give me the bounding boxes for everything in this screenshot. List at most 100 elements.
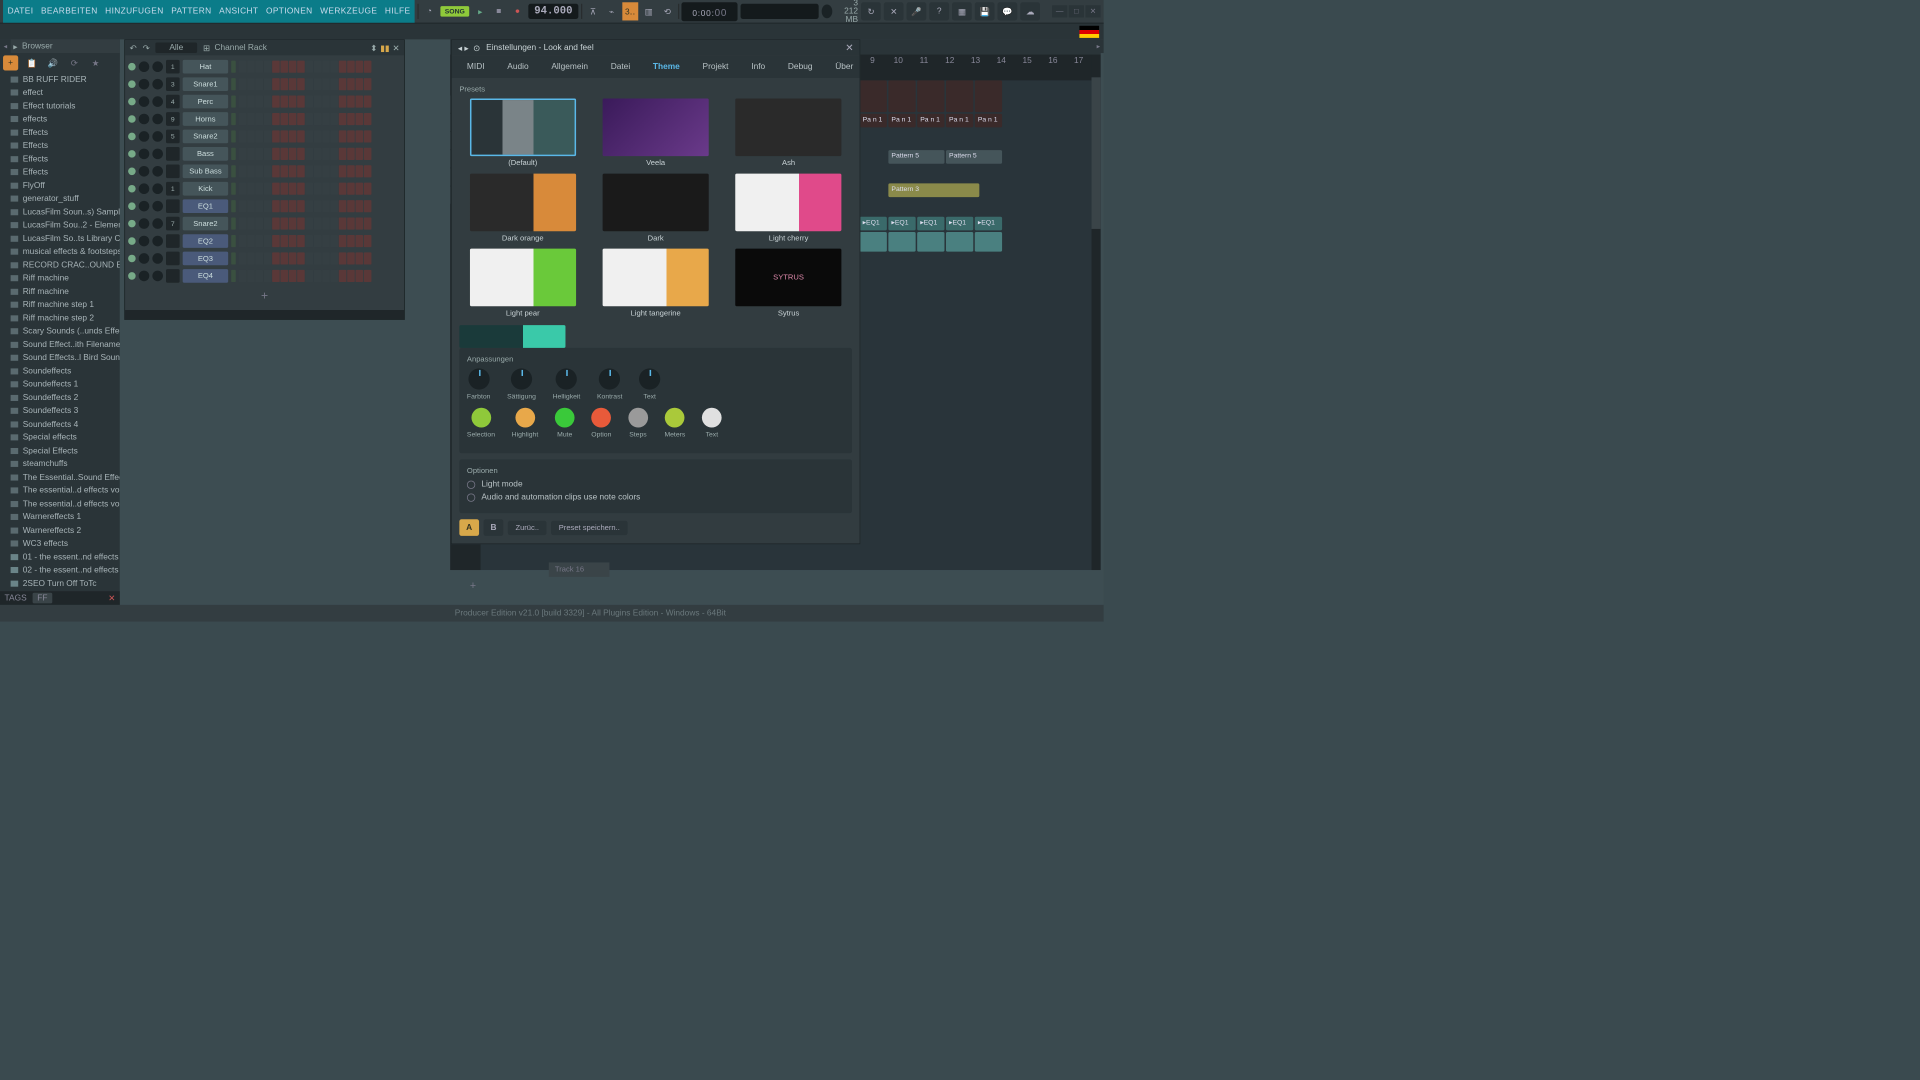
step-cell[interactable] bbox=[364, 252, 372, 264]
step-cell[interactable] bbox=[314, 200, 322, 212]
step-cell[interactable] bbox=[255, 200, 263, 212]
channel-select[interactable] bbox=[231, 61, 236, 73]
menu-optionen[interactable]: OPTIONEN bbox=[266, 7, 313, 16]
step-cell[interactable] bbox=[247, 200, 255, 212]
right-toggle[interactable]: ▸ bbox=[1093, 39, 1104, 53]
save-icon[interactable]: 💾 bbox=[975, 2, 995, 20]
rack-close-icon[interactable]: ✕ bbox=[392, 43, 399, 53]
step-cell[interactable] bbox=[364, 78, 372, 90]
audio-clip[interactable] bbox=[860, 80, 887, 112]
step-cell[interactable] bbox=[289, 218, 297, 230]
step-cell[interactable] bbox=[289, 148, 297, 160]
browser-folder[interactable]: Soundeffects 2 bbox=[0, 391, 120, 404]
channel-number[interactable]: 1 bbox=[166, 182, 180, 196]
step-cell[interactable] bbox=[239, 183, 247, 195]
step-cell[interactable] bbox=[305, 61, 313, 73]
step-cell[interactable] bbox=[330, 200, 338, 212]
channel-pan[interactable] bbox=[139, 96, 150, 107]
channel-select[interactable] bbox=[231, 78, 236, 90]
option-row[interactable]: Audio and automation clips use note colo… bbox=[467, 493, 844, 502]
tab-datei[interactable]: Datei bbox=[602, 58, 640, 75]
loop-icon[interactable]: ⟲ bbox=[659, 2, 675, 20]
eq-body-clip[interactable] bbox=[975, 232, 1002, 252]
preset-dark[interactable]: Dark bbox=[592, 174, 719, 243]
step-cell[interactable] bbox=[314, 130, 322, 142]
step-cell[interactable] bbox=[297, 270, 305, 282]
step-cell[interactable] bbox=[255, 235, 263, 247]
step-cell[interactable] bbox=[356, 165, 364, 177]
song-mode-button[interactable]: SONG bbox=[440, 6, 469, 17]
step-cell[interactable] bbox=[297, 113, 305, 125]
step-cell[interactable] bbox=[356, 61, 364, 73]
step-cell[interactable] bbox=[239, 96, 247, 108]
step-cell[interactable] bbox=[297, 78, 305, 90]
tab-debug[interactable]: Debug bbox=[779, 58, 822, 75]
channel-number[interactable]: 1 bbox=[166, 60, 180, 74]
eq-clip[interactable]: ▸EQ1 bbox=[888, 217, 915, 231]
tags-close-icon[interactable]: ✕ bbox=[108, 593, 115, 603]
channel-pan[interactable] bbox=[139, 236, 150, 247]
step-cell[interactable] bbox=[339, 252, 347, 264]
knob-kontrast[interactable] bbox=[599, 368, 620, 389]
language-flag[interactable] bbox=[1079, 25, 1099, 37]
browser-file[interactable]: 01 - the essent..nd effects vol.2 bbox=[0, 550, 120, 563]
channel-led[interactable] bbox=[128, 237, 136, 245]
step-cell[interactable] bbox=[239, 61, 247, 73]
step-cell[interactable] bbox=[356, 113, 364, 125]
swatch-steps[interactable] bbox=[628, 408, 648, 428]
refresh-icon[interactable]: ⟳ bbox=[67, 55, 82, 70]
menu-ansicht[interactable]: ANSICHT bbox=[219, 7, 258, 16]
step-cell[interactable] bbox=[280, 235, 288, 247]
step-cell[interactable] bbox=[255, 113, 263, 125]
step-cell[interactable] bbox=[356, 183, 364, 195]
step-cell[interactable] bbox=[272, 183, 280, 195]
channel-led[interactable] bbox=[128, 80, 136, 88]
step-cell[interactable] bbox=[322, 61, 330, 73]
step-cell[interactable] bbox=[272, 235, 280, 247]
step-cell[interactable] bbox=[339, 130, 347, 142]
step-cell[interactable] bbox=[247, 183, 255, 195]
playlist-scrollbar[interactable] bbox=[1092, 55, 1101, 570]
step-cell[interactable] bbox=[247, 78, 255, 90]
pattern-clip[interactable]: Pattern 5 bbox=[888, 150, 944, 164]
channel-vol[interactable] bbox=[152, 271, 163, 282]
menu-werkzeuge[interactable]: WERKZEUGE bbox=[320, 7, 377, 16]
ab-a-button[interactable]: A bbox=[459, 519, 479, 536]
eq-body-clip[interactable] bbox=[860, 232, 887, 252]
step-cell[interactable] bbox=[239, 235, 247, 247]
browser-folder[interactable]: Sound Effects..l Bird Sounds bbox=[0, 351, 120, 364]
channel-vol[interactable] bbox=[152, 96, 163, 107]
swatch-option[interactable] bbox=[591, 408, 611, 428]
step-cell[interactable] bbox=[347, 200, 355, 212]
step-cell[interactable] bbox=[264, 235, 272, 247]
browser-folder[interactable]: effects bbox=[0, 113, 120, 126]
step-cell[interactable] bbox=[247, 148, 255, 160]
step-cell[interactable] bbox=[264, 218, 272, 230]
browser-folder[interactable]: Special Effects bbox=[0, 444, 120, 457]
channel-vol[interactable] bbox=[152, 236, 163, 247]
step-cell[interactable] bbox=[239, 270, 247, 282]
channel-number[interactable]: 3 bbox=[166, 77, 180, 91]
rack-back-icon[interactable]: ↶ bbox=[130, 43, 137, 53]
step-cell[interactable] bbox=[280, 148, 288, 160]
pan-clip[interactable]: Pa n 1 bbox=[860, 114, 887, 128]
browser-folder[interactable]: Scary Sounds (..unds Effects) bbox=[0, 325, 120, 338]
channel-name[interactable]: Snare1 bbox=[183, 77, 228, 91]
step-cell[interactable] bbox=[347, 148, 355, 160]
countdown-icon[interactable]: 3‥ bbox=[622, 2, 638, 20]
step-cell[interactable] bbox=[272, 61, 280, 73]
step-cell[interactable] bbox=[255, 130, 263, 142]
knob-helligkeit[interactable] bbox=[556, 368, 577, 389]
settings-close-icon[interactable]: ✕ bbox=[845, 42, 853, 54]
step-cell[interactable] bbox=[272, 130, 280, 142]
pan-clip[interactable]: Pa n 1 bbox=[888, 114, 915, 128]
step-cell[interactable] bbox=[330, 218, 338, 230]
pin-icon[interactable]: 📋 bbox=[24, 55, 39, 70]
clip-pattern3[interactable]: Pattern 3 bbox=[888, 183, 979, 197]
channel-led[interactable] bbox=[128, 150, 136, 158]
step-cell[interactable] bbox=[297, 183, 305, 195]
channel-number[interactable] bbox=[166, 234, 180, 248]
step-cell[interactable] bbox=[297, 96, 305, 108]
step-cell[interactable] bbox=[364, 270, 372, 282]
preset-ash[interactable]: Ash bbox=[725, 99, 852, 168]
